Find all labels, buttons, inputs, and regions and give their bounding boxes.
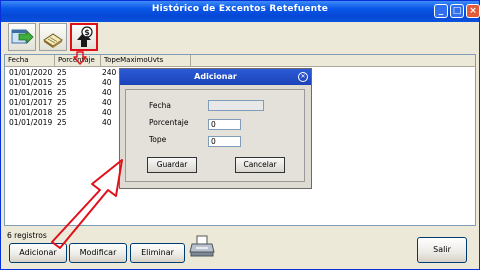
title-bar: Histórico de Excentos Retefuente _ □ ×: [1, 1, 480, 22]
exit-button-label: Salir: [433, 245, 451, 254]
table-cell: 40: [102, 118, 112, 127]
delete-button-label: Eliminar: [141, 248, 174, 257]
save-button[interactable]: Guardar: [147, 157, 197, 173]
add-button[interactable]: Adicionar: [9, 243, 67, 263]
table-cell: 25: [57, 118, 67, 127]
table-cell: 01/01/2018: [9, 108, 53, 117]
svg-text:$: $: [84, 28, 90, 37]
dialog-close-button[interactable]: ✕: [298, 72, 308, 82]
cancel-button-label: Cancelar: [243, 160, 277, 169]
printer-icon: [189, 235, 215, 257]
add-button-label: Adicionar: [19, 248, 57, 257]
fecha-label: Fecha: [149, 101, 171, 110]
upload-money-icon: $: [77, 26, 93, 47]
window-title: Histórico de Excentos Retefuente: [151, 4, 329, 14]
exit-button[interactable]: Salir: [417, 237, 467, 263]
dialog-title: Adicionar: [194, 72, 237, 81]
dialog-title-bar: Adicionar ✕: [120, 69, 311, 85]
minimize-button[interactable]: _: [434, 4, 448, 18]
porcentaje-field[interactable]: 0: [208, 119, 241, 130]
close-icon: ✕: [300, 73, 306, 80]
export-icon: [11, 29, 34, 44]
table-header: Fecha Porcentaje TopeMaximoUvts: [5, 55, 475, 67]
table-cell: 40: [102, 78, 112, 87]
table-cell: 25: [57, 88, 67, 97]
delete-button[interactable]: Eliminar: [130, 243, 185, 263]
column-header-tope[interactable]: TopeMaximoUvts: [101, 55, 191, 66]
table-cell: 25: [57, 78, 67, 87]
add-dialog: Adicionar ✕ Fecha Porcentaje 0 Tope 0 Gu…: [119, 68, 312, 189]
save-button-label: Guardar: [156, 160, 188, 169]
export-button[interactable]: [8, 23, 36, 51]
table-cell: 40: [102, 88, 112, 97]
table-cell: 01/01/2016: [9, 88, 53, 97]
fecha-field[interactable]: [208, 100, 264, 111]
maximize-button[interactable]: □: [450, 4, 464, 18]
table-cell: 240: [102, 68, 117, 77]
table-cell: 25: [57, 98, 67, 107]
table-cell: 01/01/2019: [9, 118, 53, 127]
table-cell: 01/01/2020: [9, 68, 53, 77]
column-header-porcentaje[interactable]: Porcentaje: [55, 55, 101, 66]
table-cell: 40: [102, 108, 112, 117]
book-button[interactable]: [39, 23, 67, 51]
table-cell: 01/01/2015: [9, 78, 53, 87]
print-button[interactable]: [189, 234, 215, 258]
table-cell: 01/01/2017: [9, 98, 53, 107]
tope-label: Tope: [149, 135, 167, 144]
modify-button-label: Modificar: [79, 248, 117, 257]
close-button[interactable]: ×: [466, 4, 480, 18]
table-cell: 25: [57, 108, 67, 117]
book-icon: [43, 33, 63, 48]
tope-field[interactable]: 0: [208, 136, 241, 147]
column-header-fecha[interactable]: Fecha: [5, 55, 55, 66]
upload-money-button[interactable]: $: [70, 23, 98, 51]
record-count: 6 registros: [7, 231, 47, 240]
table-cell: 40: [102, 98, 112, 107]
modify-button[interactable]: Modificar: [69, 243, 127, 263]
cancel-button[interactable]: Cancelar: [235, 157, 285, 173]
porcentaje-label: Porcentaje: [149, 118, 189, 127]
toolbar: $: [4, 23, 476, 53]
table-cell: 25: [57, 68, 67, 77]
